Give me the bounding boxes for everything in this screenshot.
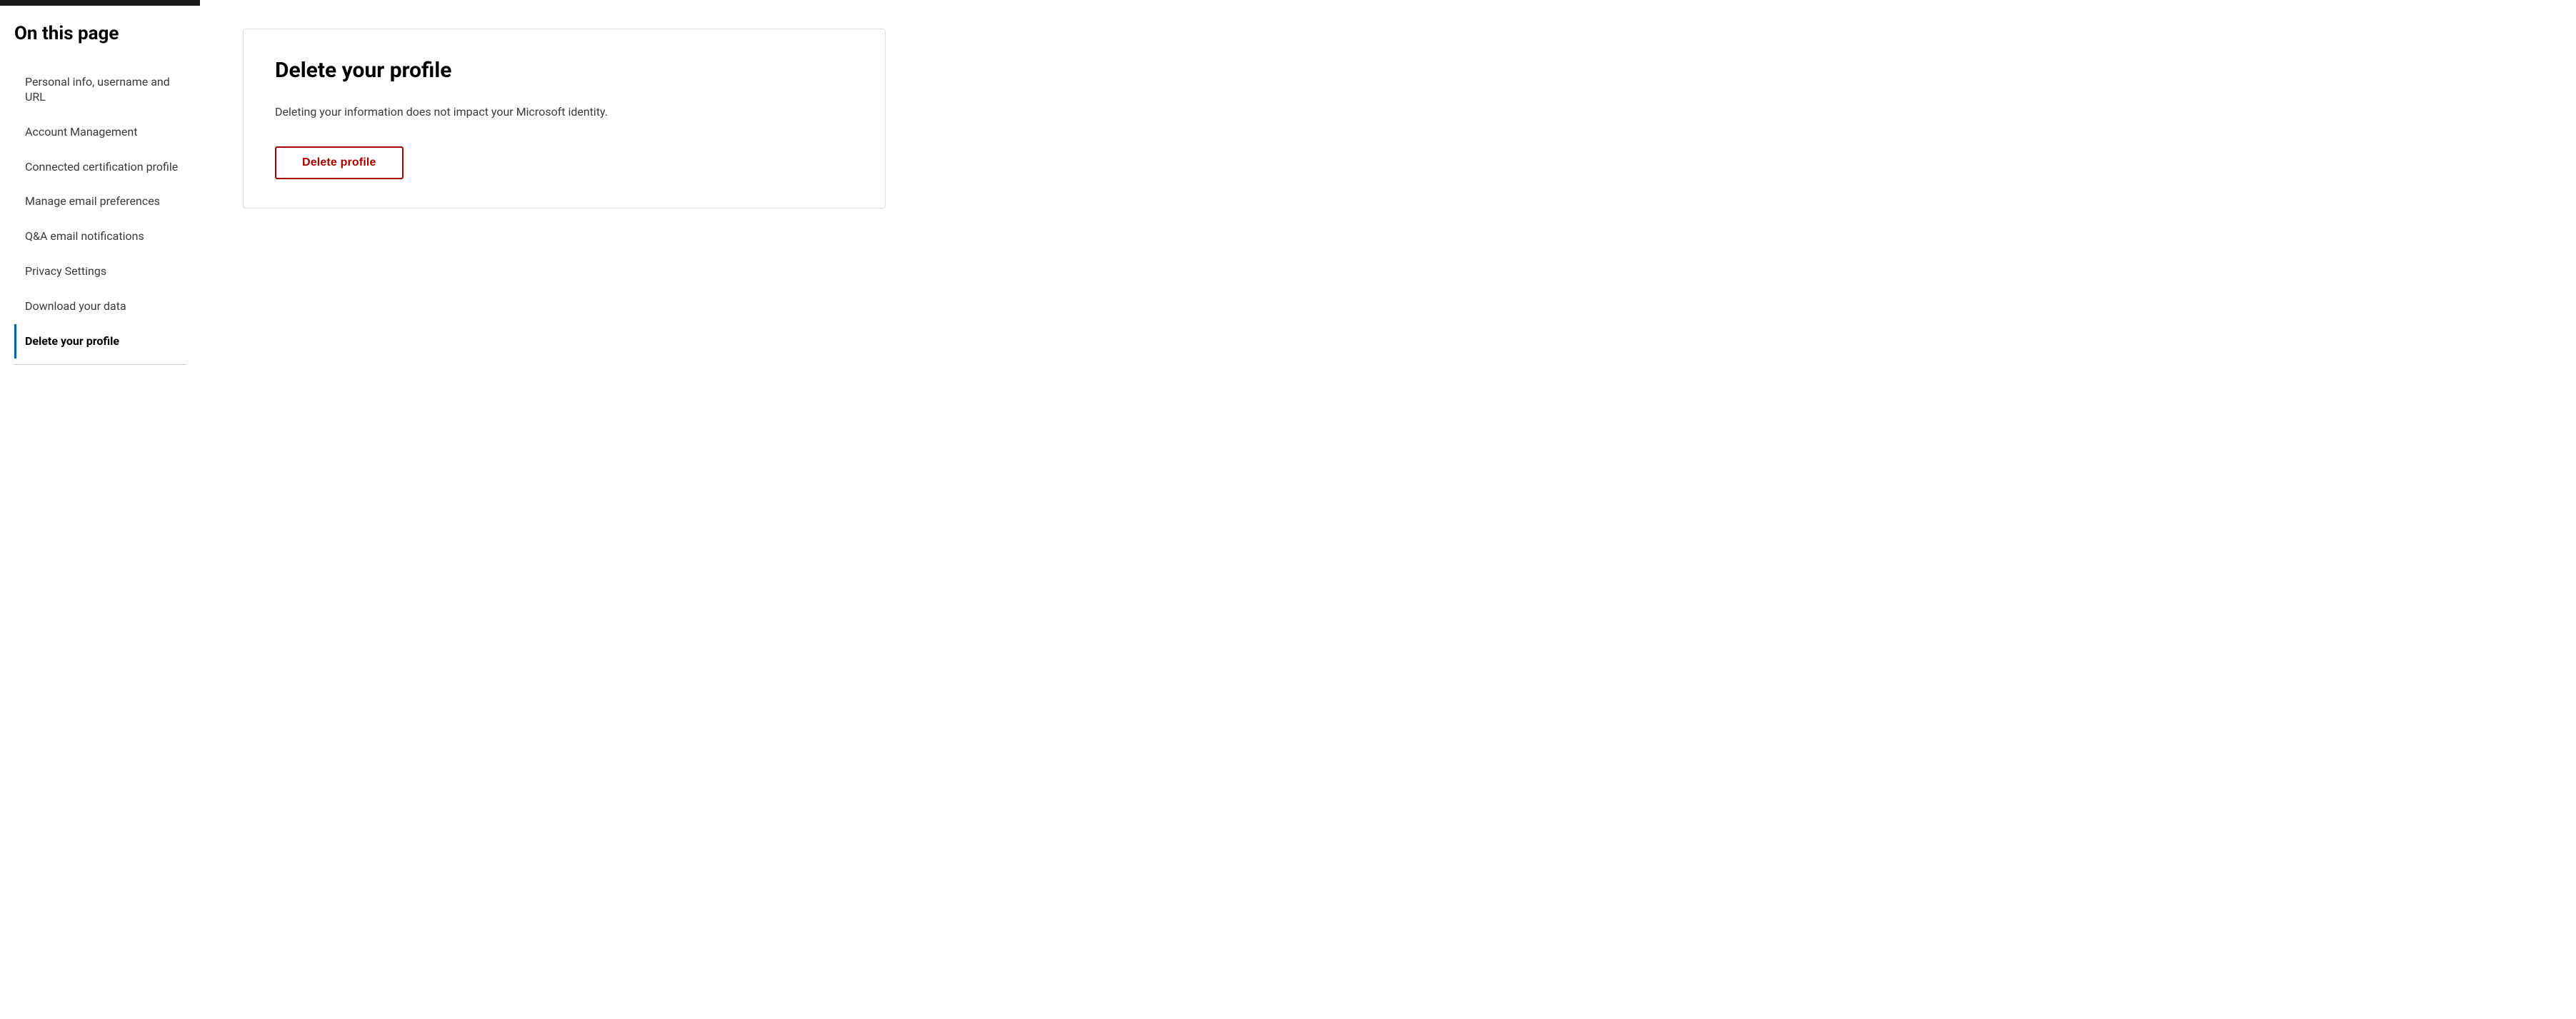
section-title: Delete your profile — [275, 58, 853, 84]
sidebar-divider — [14, 364, 186, 365]
main-content: Delete your profile Deleting your inform… — [200, 0, 2576, 1019]
sidebar-item-connected-certification[interactable]: Connected certification profile — [14, 150, 186, 185]
sidebar-item-account-management[interactable]: Account Management — [14, 115, 186, 150]
delete-profile-section: Delete your profile Deleting your inform… — [243, 29, 886, 209]
section-description: Deleting your information does not impac… — [275, 104, 853, 121]
sidebar: On this page Personal info, username and… — [0, 0, 200, 1019]
sidebar-item-qa-email[interactable]: Q&A email notifications — [14, 219, 186, 254]
sidebar-item-delete-profile[interactable]: Delete your profile — [14, 324, 186, 359]
sidebar-nav: Personal info, username and URLAccount M… — [14, 65, 186, 358]
sidebar-item-privacy-settings[interactable]: Privacy Settings — [14, 254, 186, 289]
sidebar-title: On this page — [14, 23, 186, 45]
sidebar-item-download-data[interactable]: Download your data — [14, 289, 186, 324]
sidebar-top-bar — [0, 0, 200, 6]
sidebar-item-manage-email[interactable]: Manage email preferences — [14, 184, 186, 219]
sidebar-item-personal-info[interactable]: Personal info, username and URL — [14, 65, 186, 115]
delete-profile-button[interactable]: Delete profile — [275, 146, 404, 179]
